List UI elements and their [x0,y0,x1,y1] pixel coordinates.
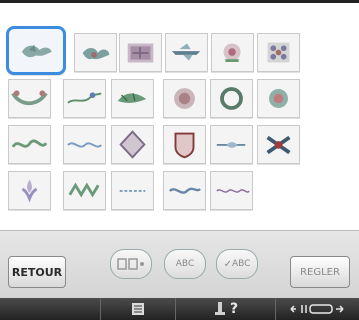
thread-position-icon [214,302,225,315]
pattern-tile-medallion[interactable] [163,79,206,118]
settings-list-icon [132,303,144,315]
pattern-tile-scroll[interactable] [8,125,51,164]
help-icon: ? [229,301,239,317]
abc-mode-button[interactable]: ABC [164,249,206,279]
pattern-tile-swag[interactable] [8,79,51,118]
pattern-tile-vine[interactable] [63,79,106,118]
fleur-de-lis-icon [21,179,38,203]
pattern-tile-ornament[interactable] [257,33,300,72]
check-icon: ✓ [223,258,232,270]
layout-arrows-icon [289,304,344,314]
bird-motif-icon [21,44,52,58]
floral-motif-icon [223,43,241,62]
vine-border-icon [67,92,102,104]
pattern-tile-rose[interactable] [257,79,300,118]
check-abc-label: ABC [231,259,251,269]
dragonfly-motif-icon [171,43,201,61]
single-mode-button[interactable] [110,249,152,279]
swag-border-icon [11,90,48,106]
flourish-border-icon [168,187,201,194]
pattern-tile-wave[interactable] [210,171,253,210]
diamond-motif-icon [119,130,146,159]
help-button[interactable]: ? [175,298,275,320]
wave-border-icon [216,189,250,193]
bottom-bar: ? [0,298,359,320]
medallion-motif-icon [174,88,195,109]
pattern-tile-arrow[interactable] [210,125,253,164]
insect-motif-icon [82,47,110,60]
abc-label: ABC [175,259,195,269]
tapestry-motif-icon [127,43,154,63]
regler-button[interactable]: REGLER [290,256,350,288]
wreath-motif-icon [220,87,243,110]
pattern-tile-dragonfly[interactable] [165,33,208,72]
scroll-border-icon [11,139,48,148]
pattern-tile-insect[interactable] [74,33,117,72]
ornament-motif-icon [267,42,290,63]
rose-motif-icon [269,89,288,108]
leaf-border-icon [117,93,147,103]
crown-border-icon [68,182,100,198]
pattern-tile-lace[interactable] [63,125,106,164]
pattern-tile-crossed[interactable] [257,125,300,164]
pattern-tile-tapestry[interactable] [119,33,162,72]
settings-list-button[interactable] [100,298,175,320]
retour-button[interactable]: RETOUR [8,256,66,288]
text-border-icon [119,190,146,192]
shield-motif-icon [174,132,195,159]
pattern-tile-flourish[interactable] [163,171,206,210]
layout-button[interactable] [275,298,359,320]
pattern-tile-floral[interactable] [211,33,254,72]
pattern-tile-fleur[interactable] [8,171,51,210]
pattern-grid [0,0,359,210]
lace-border-icon [67,142,102,148]
pattern-tile-wreath[interactable] [210,79,253,118]
check-abc-mode-button[interactable]: ✓ ABC [216,249,258,279]
pattern-tile-leaf[interactable] [111,79,154,118]
pattern-tile-diamond[interactable] [111,125,154,164]
pattern-tile-crown[interactable] [63,171,106,210]
crossed-motif-icon [266,135,291,155]
arrow-border-icon [216,142,246,148]
pattern-tile-shield[interactable] [163,125,206,164]
single-layout-icon [117,258,144,270]
pattern-tile-text[interactable] [111,171,154,210]
pattern-tile-bird[interactable] [6,26,66,75]
